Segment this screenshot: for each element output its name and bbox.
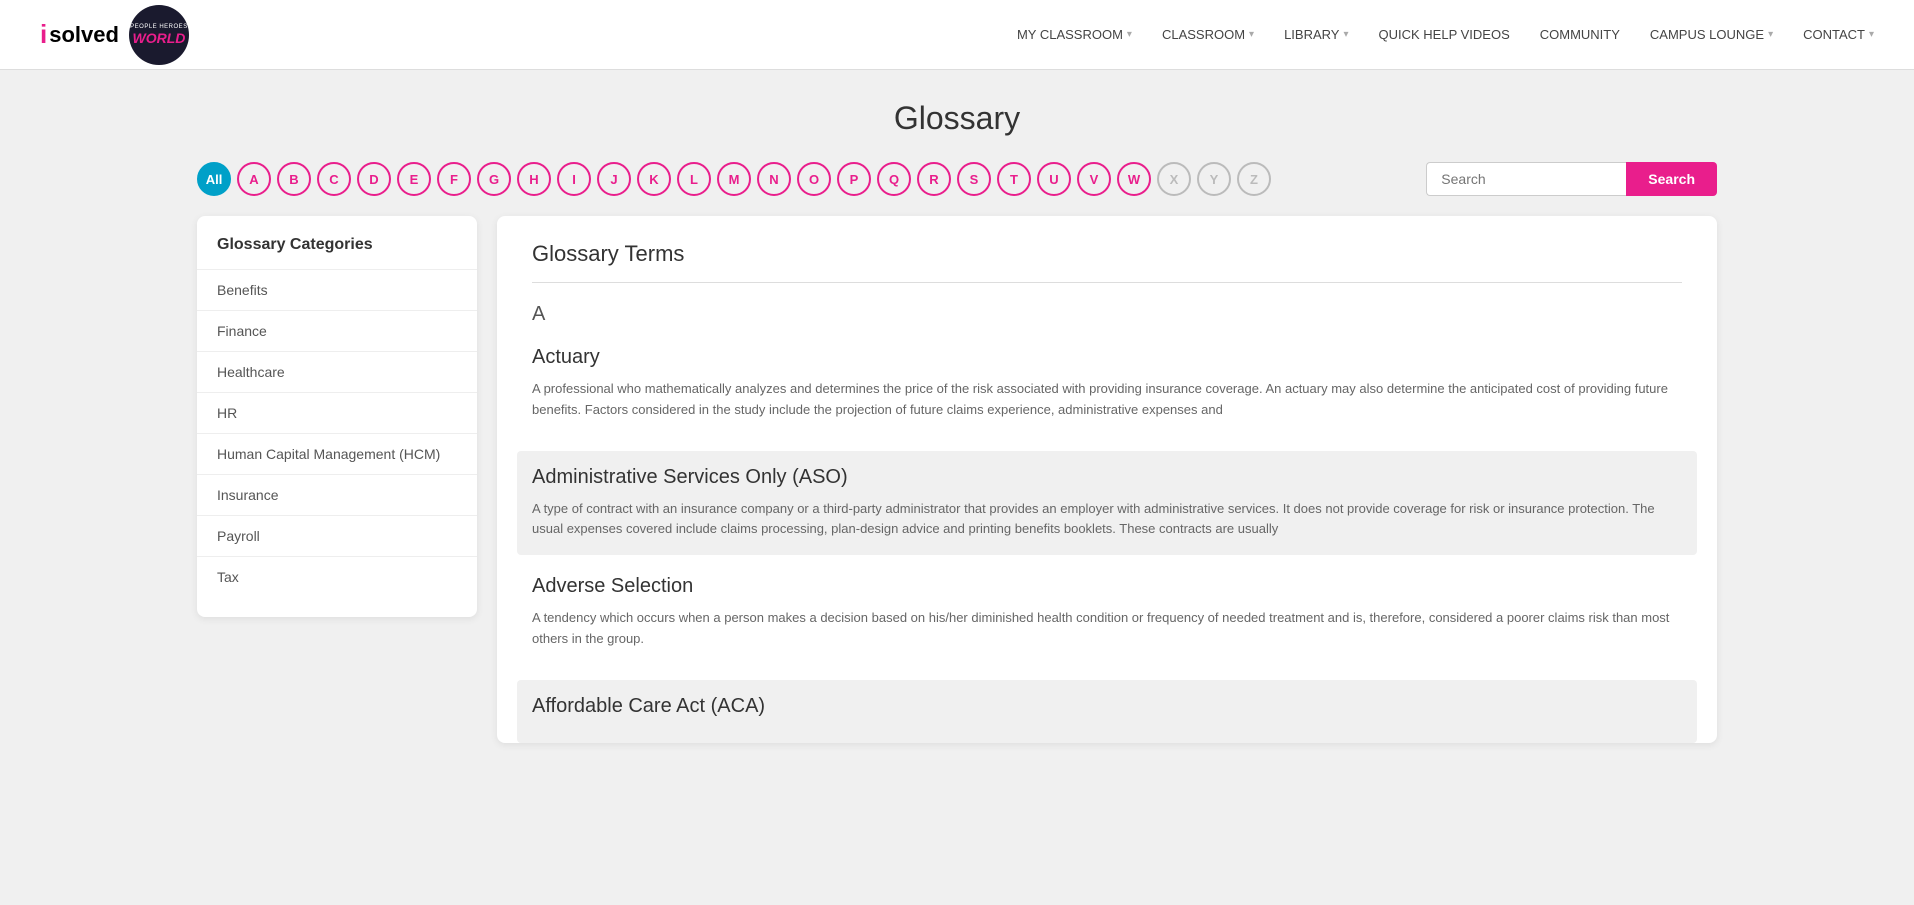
search-area: Search: [1426, 162, 1717, 196]
alpha-btn-p[interactable]: P: [837, 162, 871, 196]
sidebar-item-insurance[interactable]: Insurance: [197, 474, 477, 515]
logo-area: i solved PEOPLE HEROES WORLD: [40, 5, 189, 65]
main-layout: Glossary Categories Benefits Finance Hea…: [197, 216, 1717, 743]
alpha-btn-x[interactable]: X: [1157, 162, 1191, 196]
glossary-entry-text-adverse: A tendency which occurs when a person ma…: [532, 608, 1682, 650]
glossary-entry-title-aca: Affordable Care Act (ACA): [532, 695, 1682, 718]
alpha-btn-a[interactable]: A: [237, 162, 271, 196]
alpha-btn-e[interactable]: E: [397, 162, 431, 196]
chevron-down-icon: ▾: [1869, 29, 1874, 40]
alpha-btn-f[interactable]: F: [437, 162, 471, 196]
letter-heading-a: A: [532, 303, 1682, 326]
sidebar-title: Glossary Categories: [197, 236, 477, 269]
alpha-btn-d[interactable]: D: [357, 162, 391, 196]
glossary-entry-actuary: Actuary A professional who mathematicall…: [532, 346, 1682, 431]
chevron-down-icon: ▾: [1768, 29, 1773, 40]
sidebar-card: Glossary Categories Benefits Finance Hea…: [197, 216, 477, 617]
glossary-entry-aca: Affordable Care Act (ACA): [517, 680, 1697, 743]
main-nav: MY CLASSROOM ▾ CLASSROOM ▾ LIBRARY ▾ QUI…: [1017, 27, 1874, 42]
page-content: Glossary All A B C D E F G H I J K L M N…: [157, 70, 1757, 773]
alpha-btn-j[interactable]: J: [597, 162, 631, 196]
letter-divider: [532, 282, 1682, 283]
alpha-btn-w[interactable]: W: [1117, 162, 1151, 196]
sidebar: Glossary Categories Benefits Finance Hea…: [197, 216, 477, 743]
alpha-btn-g[interactable]: G: [477, 162, 511, 196]
search-input[interactable]: [1426, 162, 1626, 196]
alpha-btn-u[interactable]: U: [1037, 162, 1071, 196]
alpha-btn-r[interactable]: R: [917, 162, 951, 196]
content-title: Glossary Terms: [532, 241, 1682, 267]
glossary-entry-title-aso: Administrative Services Only (ASO): [532, 466, 1682, 489]
alpha-btn-o[interactable]: O: [797, 162, 831, 196]
nav-contact[interactable]: CONTACT ▾: [1803, 27, 1874, 42]
sidebar-item-benefits[interactable]: Benefits: [197, 269, 477, 310]
nav-my-classroom[interactable]: MY CLASSROOM ▾: [1017, 27, 1132, 42]
sidebar-item-hr[interactable]: HR: [197, 392, 477, 433]
exclaim-mark: i: [40, 19, 47, 50]
alpha-btn-c[interactable]: C: [317, 162, 351, 196]
alpha-btn-t[interactable]: T: [997, 162, 1031, 196]
alpha-btn-z[interactable]: Z: [1237, 162, 1271, 196]
sidebar-item-healthcare[interactable]: Healthcare: [197, 351, 477, 392]
alpha-letters: All A B C D E F G H I J K L M N O P Q R …: [197, 162, 1271, 196]
nav-quick-help-videos[interactable]: QUICK HELP VIDEOS: [1379, 27, 1510, 42]
nav-classroom[interactable]: CLASSROOM ▾: [1162, 27, 1254, 42]
isolved-logo: i solved: [40, 19, 119, 50]
alpha-btn-l[interactable]: L: [677, 162, 711, 196]
nav-library[interactable]: LIBRARY ▾: [1284, 27, 1348, 42]
alpha-btn-v[interactable]: V: [1077, 162, 1111, 196]
glossary-entry-title-actuary: Actuary: [532, 346, 1682, 369]
header: i solved PEOPLE HEROES WORLD MY CLASSROO…: [0, 0, 1914, 70]
glossary-entry-text-aso: A type of contract with an insurance com…: [532, 499, 1682, 541]
chevron-down-icon: ▾: [1249, 29, 1254, 40]
alpha-btn-h[interactable]: H: [517, 162, 551, 196]
alpha-btn-m[interactable]: M: [717, 162, 751, 196]
world-logo: PEOPLE HEROES WORLD: [129, 5, 189, 65]
alpha-btn-q[interactable]: Q: [877, 162, 911, 196]
world-text: WORLD: [132, 30, 185, 46]
alpha-btn-all[interactable]: All: [197, 162, 231, 196]
chevron-down-icon: ▾: [1343, 29, 1348, 40]
isolved-text: solved: [49, 22, 119, 48]
content-area: Glossary Terms A Actuary A professional …: [497, 216, 1717, 743]
glossary-entry-aso: Administrative Services Only (ASO) A typ…: [517, 451, 1697, 556]
alpha-btn-y[interactable]: Y: [1197, 162, 1231, 196]
glossary-entry-title-adverse: Adverse Selection: [532, 575, 1682, 598]
alpha-btn-i[interactable]: I: [557, 162, 591, 196]
alpha-btn-n[interactable]: N: [757, 162, 791, 196]
sidebar-item-tax[interactable]: Tax: [197, 556, 477, 597]
sidebar-item-hcm[interactable]: Human Capital Management (HCM): [197, 433, 477, 474]
sidebar-item-finance[interactable]: Finance: [197, 310, 477, 351]
nav-community[interactable]: COMMUNITY: [1540, 27, 1620, 42]
search-button[interactable]: Search: [1626, 162, 1717, 196]
alpha-btn-b[interactable]: B: [277, 162, 311, 196]
alpha-filter-row: All A B C D E F G H I J K L M N O P Q R …: [197, 162, 1717, 196]
alpha-btn-k[interactable]: K: [637, 162, 671, 196]
page-title: Glossary: [197, 100, 1717, 137]
glossary-entry-text-actuary: A professional who mathematically analyz…: [532, 379, 1682, 421]
chevron-down-icon: ▾: [1127, 29, 1132, 40]
glossary-entry-adverse-selection: Adverse Selection A tendency which occur…: [532, 575, 1682, 660]
sidebar-item-payroll[interactable]: Payroll: [197, 515, 477, 556]
nav-campus-lounge[interactable]: CAMPUS LOUNGE ▾: [1650, 27, 1773, 42]
alpha-btn-s[interactable]: S: [957, 162, 991, 196]
